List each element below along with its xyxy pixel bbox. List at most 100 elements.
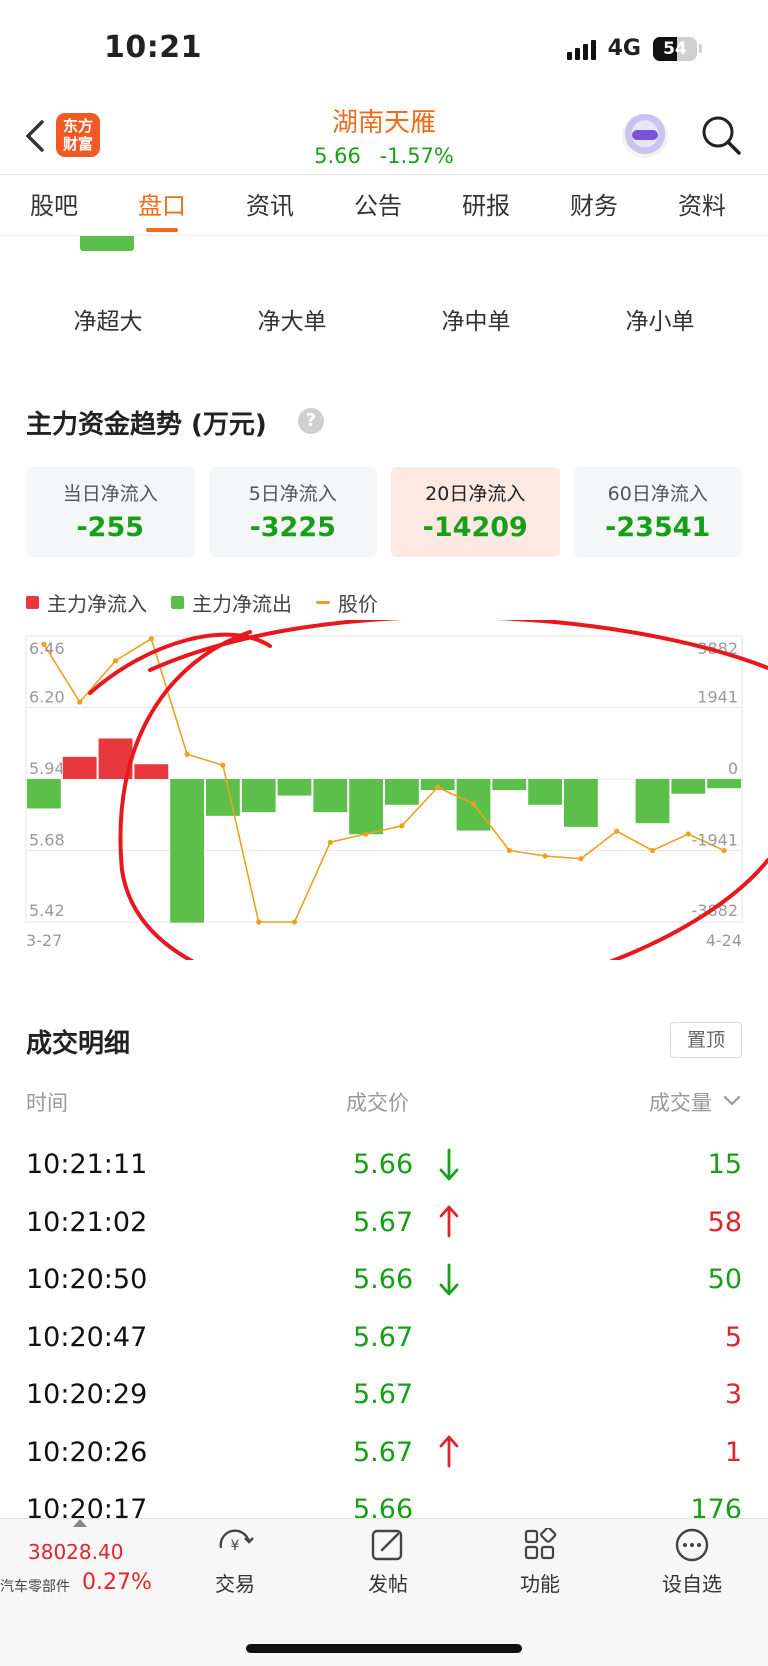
tab-guba[interactable]: 股吧 [0,186,108,232]
tab-announcements[interactable]: 公告 [324,186,432,232]
card-today[interactable]: 当日净流入 -255 [26,467,195,557]
edit-icon [371,1529,403,1561]
chevron-down-icon[interactable] [722,1091,742,1111]
right-tick-label: 1941 [697,688,738,707]
tab-bar: 股吧 盘口 资讯 公告 研报 财务 资料 [0,186,768,232]
flow-label-large: 净大单 [257,309,327,335]
outflow-bar [170,779,204,923]
deal-volume: 3 [724,1379,742,1410]
tab-research[interactable]: 研报 [432,186,540,232]
right-tick-label: -1941 [692,831,739,850]
nav-functions[interactable]: 功能 [490,1528,590,1597]
deal-row: 10:21:02 5.67 58 [26,1195,742,1253]
tab-finance[interactable]: 财务 [540,186,648,232]
price-point [148,636,154,642]
deal-time: 10:21:11 [26,1149,148,1180]
legend-outflow-label: 主力净流出 [192,592,292,616]
deal-time: 10:20:47 [26,1321,148,1353]
flow-category-labels: 净超大 净大单 净中单 净小单 [16,302,752,336]
legend-inflow: 主力净流入 [26,588,147,617]
col-price: 成交价 [346,1091,409,1115]
deal-volume: 50 [707,1264,742,1295]
more-icon [675,1528,709,1562]
network-type: 4G [607,36,641,61]
deal-time: 10:21:02 [26,1206,148,1238]
price-point [220,762,226,768]
deals-header: 时间 成交价 成交量 [26,1087,742,1117]
inflow-bar [62,756,97,779]
nav-functions-label: 功能 [520,1572,560,1596]
left-tick-label: 5.94 [29,759,65,778]
card-5day[interactable]: 5日净流入 -3225 [208,467,377,557]
deal-price: 5.67 [353,1206,414,1238]
net-inflow-cards: 当日净流入 -255 5日净流入 -3225 20日净流入 -14209 60日… [26,467,742,557]
col-volume[interactable]: 成交量 [649,1087,712,1117]
arrow-down-icon [439,1148,459,1181]
price-point [184,751,190,757]
price-point [291,919,298,925]
outflow-bar [349,779,383,835]
svg-text:¥: ¥ [231,1538,240,1554]
deal-row: 10:20:47 5.67 5 [26,1310,742,1368]
nav-add-watchlist-label: 设自选 [662,1572,722,1596]
card-20day[interactable]: 20日净流入 -14209 [391,467,560,557]
price-point [399,823,405,829]
nav-trade-label: 交易 [215,1572,255,1596]
deal-price: 5.67 [353,1379,414,1410]
card-value: -14209 [422,512,528,543]
right-tick-label: 0 [728,759,738,778]
assistant-avatar[interactable] [622,114,668,158]
deal-time: 10:20:26 [26,1436,148,1468]
deal-price: 5.67 [353,1321,414,1353]
fund-flow-chart: 6.466.205.945.685.42388219410-1941-38823… [25,620,768,960]
nav-post[interactable]: 发帖 [338,1528,438,1597]
outflow-bar [313,779,348,813]
price-point [435,784,441,790]
price-swatch [316,601,330,604]
outflow-bar [564,779,598,827]
tab-pankou[interactable]: 盘口 [108,186,216,232]
arrow-up-icon [439,1435,459,1467]
outflow-bar [206,779,240,816]
card-value: -255 [76,512,145,543]
card-60day[interactable]: 60日净流入 -23541 [573,467,742,557]
price-point [77,699,83,705]
legend-inflow-label: 主力净流入 [47,592,147,616]
deals-list: 10:21:11 5.66 15 10:21:02 5.67 58 10:20:50 5.66… [26,1137,742,1540]
trade-icon: ¥ [219,1529,254,1554]
price-point [470,801,477,807]
section-title: 主力资金趋势 (万元) [26,410,267,440]
outflow-bar [635,779,670,824]
stock-change: -1.57% [379,144,454,168]
index-value[interactable]: 38028.40 [28,1540,123,1564]
nav-trade[interactable]: ¥ 交易 [185,1528,285,1597]
left-tick-label: 5.68 [29,831,65,850]
help-icon[interactable]: ? [298,408,324,434]
outflow-bar [528,779,562,805]
left-tick-label: 6.46 [29,639,65,658]
nav-post-label: 发帖 [368,1572,408,1596]
grid-icon [524,1528,557,1560]
price-point [578,856,584,862]
deal-price: 5.66 [353,1264,414,1295]
pin-top-button[interactable]: 置顶 [670,1022,742,1058]
price-point [363,831,369,837]
deal-time: 10:20:50 [26,1264,148,1295]
caret-up-icon[interactable] [73,1519,87,1527]
deal-row: 10:20:50 5.66 50 [26,1252,742,1310]
price-point [649,847,656,854]
inflow-swatch [26,596,39,609]
deal-row: 10:20:29 5.67 3 [26,1367,742,1425]
flow-label-medium: 净中单 [441,309,511,335]
deal-price: 5.67 [353,1436,414,1468]
outflow-bar [492,779,527,791]
tab-profile[interactable]: 资料 [648,186,756,232]
nav-add-watchlist[interactable]: 设自选 [642,1528,742,1597]
search-icon[interactable] [700,114,742,156]
legend-outflow: 主力净流出 [171,588,292,617]
tab-news[interactable]: 资讯 [216,186,324,232]
home-indicator [246,1644,522,1653]
card-label: 当日净流入 [62,483,158,505]
flow-label-small: 净小单 [625,309,695,335]
outflow-bar [27,779,61,809]
